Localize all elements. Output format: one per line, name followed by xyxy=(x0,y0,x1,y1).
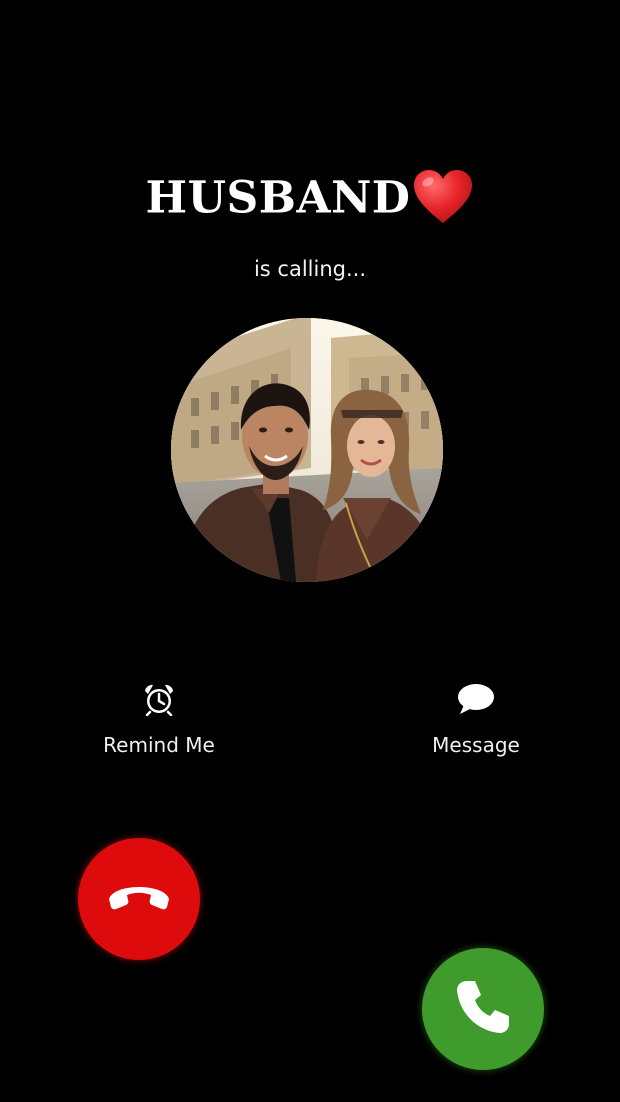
caller-name-row: HUSBAND xyxy=(0,166,620,229)
phone-icon xyxy=(453,977,513,1041)
message-label: Message xyxy=(432,733,520,757)
remind-me-label: Remind Me xyxy=(103,733,215,757)
phone-hangup-icon xyxy=(104,877,174,921)
alarm-clock-icon xyxy=(142,682,176,720)
caller-avatar xyxy=(171,318,443,582)
heart-icon xyxy=(412,168,474,226)
call-status-text: is calling... xyxy=(253,257,367,281)
message-action[interactable]: Message xyxy=(396,680,556,758)
remind-me-action[interactable]: Remind Me xyxy=(79,680,239,758)
caller-name: HUSBAND xyxy=(145,172,411,224)
decline-call-button[interactable] xyxy=(78,838,200,960)
accept-call-button[interactable] xyxy=(422,948,544,1070)
speech-bubble-icon xyxy=(456,682,496,720)
